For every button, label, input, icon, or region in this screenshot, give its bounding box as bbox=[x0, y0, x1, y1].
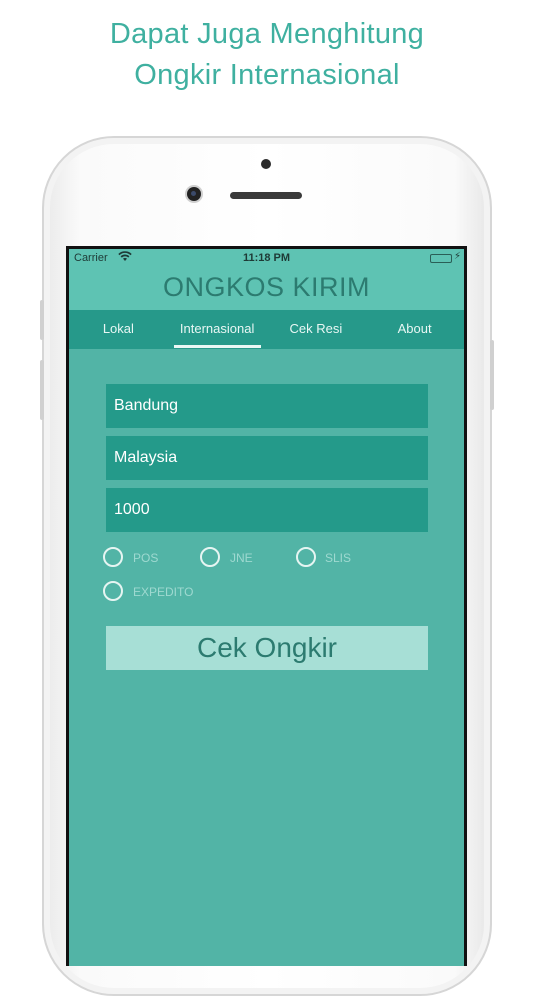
promo-line-2: Ongkir Internasional bbox=[134, 59, 400, 91]
power-button bbox=[490, 340, 494, 410]
courier-pos-label: POS bbox=[133, 551, 159, 565]
proximity-sensor bbox=[261, 159, 271, 169]
weight-field[interactable]: 1000 bbox=[106, 488, 428, 532]
charging-bolt-icon: ⚡ bbox=[453, 251, 461, 262]
origin-field[interactable]: Bandung bbox=[106, 384, 428, 428]
courier-expedito-label: EXPEDITO bbox=[133, 585, 194, 599]
courier-expedito-radio[interactable] bbox=[103, 581, 123, 601]
tab-about[interactable]: About bbox=[365, 310, 464, 349]
tab-internasional[interactable]: Internasional bbox=[168, 310, 267, 349]
app-title: ONGKOS KIRIM bbox=[69, 269, 464, 310]
destination-field[interactable]: Malaysia bbox=[106, 436, 428, 480]
promo-line-1: Dapat Juga Menghitung bbox=[109, 18, 425, 50]
courier-options-row-2: EXPEDITO bbox=[103, 581, 303, 603]
courier-pos-radio[interactable] bbox=[103, 547, 123, 567]
app-screen: Carrier 11:18 PM ⚡ ONGKOS KIRIM Lokal In… bbox=[69, 249, 464, 966]
tab-bar: Lokal Internasional Cek Resi About bbox=[69, 310, 464, 349]
courier-slis-label: SLIS bbox=[325, 551, 352, 565]
courier-options-row-1: POS JNE SLIS bbox=[103, 547, 433, 569]
battery-icon bbox=[430, 254, 452, 263]
promo-headline: Dapat Juga Menghitung Ongkir Internasion… bbox=[0, 14, 534, 96]
status-time: 11:18 PM bbox=[242, 252, 291, 264]
tab-lokal[interactable]: Lokal bbox=[69, 310, 168, 349]
earpiece-speaker bbox=[230, 192, 302, 199]
cek-ongkir-button[interactable]: Cek Ongkir bbox=[106, 626, 428, 670]
courier-jne-label: JNE bbox=[230, 551, 253, 565]
mute-switch bbox=[40, 300, 44, 340]
tab-cek-resi[interactable]: Cek Resi bbox=[267, 310, 366, 349]
courier-jne-radio[interactable] bbox=[200, 547, 220, 567]
phone-screen: Carrier 11:18 PM ⚡ ONGKOS KIRIM Lokal In… bbox=[66, 246, 467, 966]
volume-up-button bbox=[40, 360, 44, 420]
front-camera-icon bbox=[187, 187, 201, 201]
status-bar: Carrier 11:18 PM ⚡ bbox=[69, 249, 464, 269]
courier-slis-radio[interactable] bbox=[296, 547, 316, 567]
